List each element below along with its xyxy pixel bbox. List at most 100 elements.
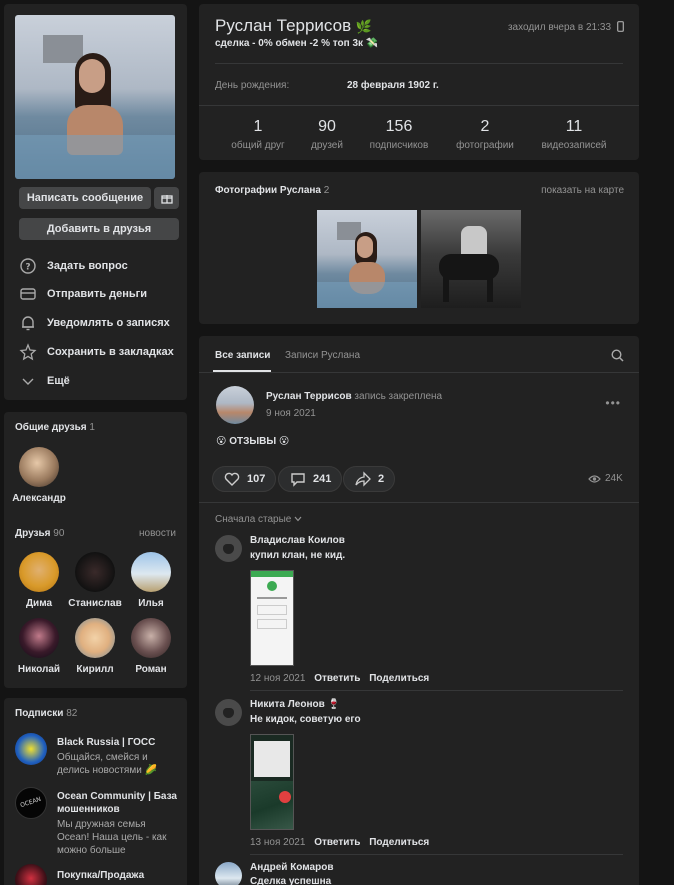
divider bbox=[199, 105, 639, 106]
stat-followers[interactable]: 156 подписчиков bbox=[354, 118, 444, 151]
avatar[interactable] bbox=[75, 552, 115, 592]
wallet-icon bbox=[20, 288, 36, 300]
avatar[interactable] bbox=[131, 552, 171, 592]
gift-button[interactable] bbox=[154, 187, 179, 209]
photo-thumbnail[interactable] bbox=[317, 210, 417, 308]
subscriptions-card: Подписки 82 Black Russia | ГОСС Общайся,… bbox=[4, 698, 187, 885]
comment-image[interactable] bbox=[250, 570, 294, 666]
friend-name[interactable]: Роман bbox=[121, 664, 181, 675]
avatar[interactable] bbox=[19, 447, 59, 487]
comment-author[interactable]: Андрей Комаров bbox=[250, 862, 333, 873]
comment-button[interactable]: 241 bbox=[278, 466, 343, 492]
friend-name[interactable]: Станислав bbox=[65, 598, 125, 609]
show-on-map-link[interactable]: показать на карте bbox=[541, 185, 624, 196]
search-icon[interactable] bbox=[611, 349, 624, 362]
comments-sort-dropdown[interactable]: Сначала старые bbox=[215, 514, 302, 525]
gift-icon bbox=[160, 195, 173, 204]
group-title-line2[interactable]: мошенников bbox=[57, 804, 120, 815]
group-desc: Мы дружная семья bbox=[57, 819, 146, 830]
avatar[interactable] bbox=[215, 699, 242, 726]
tab-all-posts[interactable]: Все записи bbox=[215, 350, 270, 361]
menu-notify[interactable]: Уведомлять о записях bbox=[19, 314, 170, 332]
profile-status[interactable]: сделка - 0% обмен -2 % топ 3к 💸 bbox=[215, 38, 378, 49]
reply-link[interactable]: Ответить bbox=[314, 673, 360, 684]
birthday-label: День рождения: bbox=[215, 80, 290, 91]
group-avatar[interactable] bbox=[15, 864, 47, 885]
group-avatar[interactable]: OCEAN bbox=[15, 787, 47, 819]
avatar[interactable] bbox=[215, 862, 242, 885]
profile-photo[interactable] bbox=[15, 15, 175, 179]
avatar[interactable] bbox=[19, 552, 59, 592]
group-title[interactable]: Покупка/Продажа bbox=[57, 870, 144, 881]
photos-title[interactable]: Фотографии Руслана 2 bbox=[215, 185, 329, 196]
reply-link[interactable]: Ответить bbox=[314, 837, 360, 848]
post-date[interactable]: 9 ноя 2021 bbox=[266, 408, 316, 419]
menu-more[interactable]: Ещё bbox=[19, 372, 70, 390]
avatar[interactable] bbox=[131, 618, 171, 658]
comment-meta: 13 ноя 2021 Ответить Поделиться bbox=[250, 837, 429, 848]
avatar[interactable] bbox=[75, 618, 115, 658]
menu-label: Задать вопрос bbox=[47, 260, 128, 272]
post-more-icon[interactable]: ••• bbox=[605, 396, 621, 410]
friends-news-link[interactable]: новости bbox=[139, 528, 176, 539]
comment-date[interactable]: 12 ноя 2021 bbox=[250, 673, 305, 684]
group-avatar[interactable] bbox=[15, 733, 47, 765]
avatar[interactable] bbox=[19, 618, 59, 658]
message-button[interactable]: Написать сообщение bbox=[19, 187, 151, 209]
post-author[interactable]: Руслан Террисов bbox=[266, 391, 352, 402]
views-count: 24K bbox=[605, 473, 623, 484]
profile-card: Написать сообщение Добавить в друзья ? З… bbox=[4, 4, 187, 400]
divider bbox=[215, 63, 623, 64]
avatar[interactable] bbox=[216, 386, 254, 424]
share-link[interactable]: Поделиться bbox=[369, 837, 429, 848]
photos-card: Фотографии Руслана 2 показать на карте bbox=[199, 172, 639, 324]
comment-text: Сделка успешна bbox=[250, 876, 332, 885]
group-title[interactable]: Black Russia | ГОСС bbox=[57, 737, 155, 748]
friend-name[interactable]: Александр bbox=[9, 493, 69, 504]
svg-text:?: ? bbox=[25, 263, 30, 273]
share-link[interactable]: Поделиться bbox=[369, 673, 429, 684]
chevron-down-icon bbox=[22, 378, 34, 385]
heart-icon bbox=[224, 472, 240, 486]
comment-date[interactable]: 13 ноя 2021 bbox=[250, 837, 305, 848]
star-icon bbox=[19, 343, 37, 361]
chevron-down-icon bbox=[294, 516, 302, 522]
friend-name[interactable]: Дима bbox=[9, 598, 69, 609]
comment-author[interactable]: Владислав Коилов bbox=[250, 535, 345, 546]
divider bbox=[199, 502, 639, 503]
tab-own-posts[interactable]: Записи Руслана bbox=[285, 350, 360, 361]
profile-name: Руслан Террисов 🌿 bbox=[215, 16, 373, 35]
like-button[interactable]: 107 bbox=[212, 466, 277, 492]
comment-text: купил клан, не кид. bbox=[250, 550, 346, 561]
divider bbox=[250, 690, 623, 691]
stat-photos[interactable]: 2 фотографии bbox=[440, 118, 530, 151]
menu-send-money[interactable]: Отправить деньги bbox=[19, 285, 147, 303]
friend-name[interactable]: Кирилл bbox=[65, 664, 125, 675]
group-desc: Ocean! Наша цель - как bbox=[57, 832, 167, 843]
photo-thumbnail[interactable] bbox=[421, 210, 521, 308]
menu-bookmark[interactable]: Сохранить в закладках bbox=[19, 343, 174, 361]
friend-name[interactable]: Илья bbox=[121, 598, 181, 609]
birthday-value[interactable]: 28 февраля 1902 г. bbox=[347, 80, 439, 91]
question-icon: ? bbox=[20, 258, 36, 274]
comment-image[interactable] bbox=[250, 734, 294, 830]
menu-label: Ещё bbox=[47, 375, 70, 387]
friends-title[interactable]: Друзья 90 bbox=[15, 528, 64, 539]
subscriptions-title[interactable]: Подписки 82 bbox=[15, 708, 77, 719]
common-friends-title[interactable]: Общие друзья 1 bbox=[15, 422, 95, 433]
menu-ask-question[interactable]: ? Задать вопрос bbox=[19, 257, 128, 275]
last-seen: заходил вчера в 21:33 bbox=[507, 22, 611, 33]
friends-card: Общие друзья 1 Александр Друзья 90 новос… bbox=[4, 412, 187, 688]
share-button[interactable]: 2 bbox=[343, 466, 396, 492]
group-title[interactable]: Ocean Community | База bbox=[57, 791, 177, 802]
post-header: Руслан Террисов запись закреплена bbox=[266, 391, 443, 402]
group-desc: делись новостями 🌽 bbox=[57, 765, 158, 776]
add-friend-button[interactable]: Добавить в друзья bbox=[19, 218, 179, 240]
eye-icon bbox=[588, 475, 601, 483]
stat-videos[interactable]: 11 видеозаписей bbox=[529, 118, 619, 151]
comment-author[interactable]: Никита Леонов 🍷 bbox=[250, 699, 340, 710]
friend-name[interactable]: Николай bbox=[9, 664, 69, 675]
menu-label: Уведомлять о записях bbox=[47, 317, 170, 329]
comment-text: Не кидок, советую его bbox=[250, 714, 361, 725]
avatar[interactable] bbox=[215, 535, 242, 562]
